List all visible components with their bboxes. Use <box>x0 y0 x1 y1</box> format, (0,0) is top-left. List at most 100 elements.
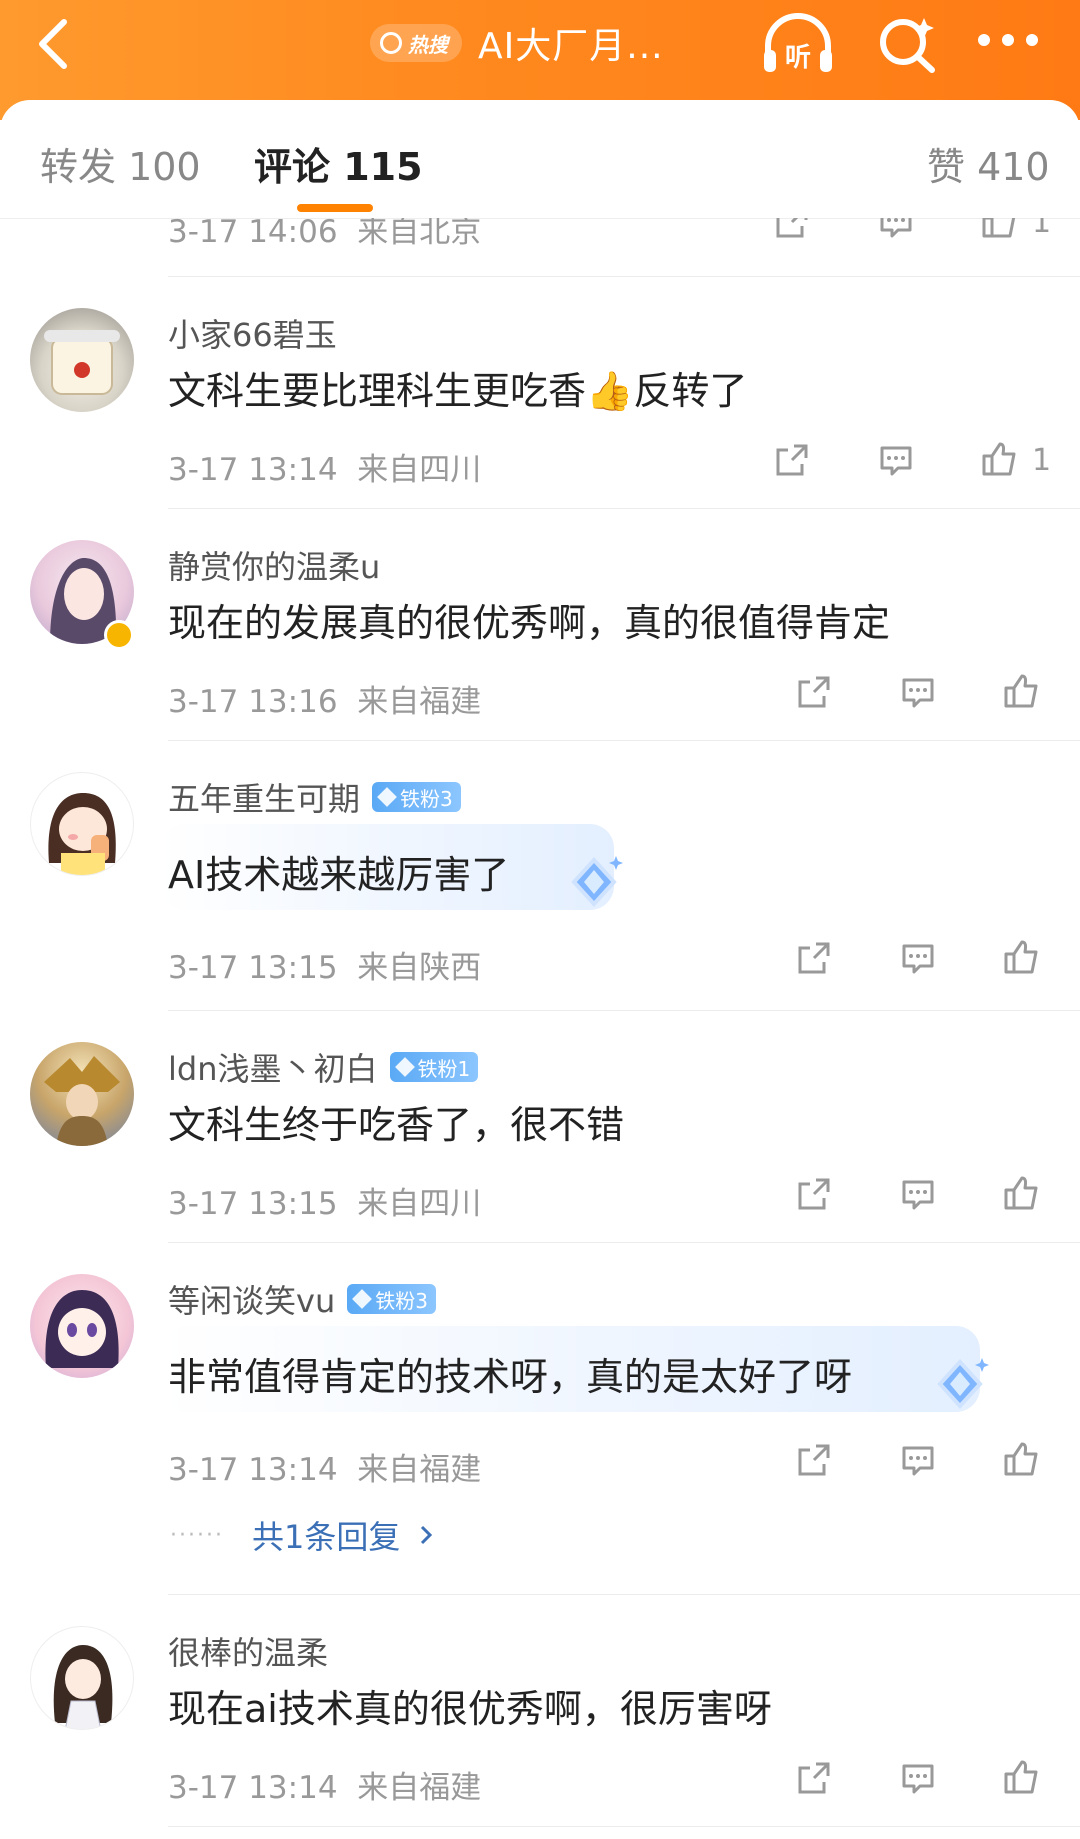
hot-search-badge: 热搜 <box>370 24 462 62</box>
comment-actions <box>794 1174 1042 1214</box>
divider <box>168 1010 1080 1011</box>
divider <box>168 276 1080 277</box>
search-icon[interactable] <box>876 12 938 74</box>
comment-icon[interactable] <box>898 672 938 712</box>
comment-icon[interactable] <box>898 938 938 978</box>
divider <box>168 508 1080 509</box>
divider <box>168 740 1080 741</box>
fan-badge-label: 铁粉1 <box>417 1056 471 1081</box>
fan-badge-label: 铁粉3 <box>375 1288 428 1313</box>
comment-time: 3-17 13:14 <box>168 1770 338 1806</box>
diamond-icon <box>394 1057 415 1077</box>
comment-meta: 3-17 13:14 来自四川 <box>168 444 481 489</box>
like-icon[interactable] <box>1002 1758 1042 1798</box>
hot-search-title[interactable]: 热搜 AI大厂月... <box>370 20 664 67</box>
like-icon[interactable] <box>980 440 1020 480</box>
username-text: 等闲谈笑vu <box>168 1282 336 1320</box>
username[interactable]: 很棒的温柔 <box>168 1628 328 1674</box>
comment-text: 现在的发展真的很优秀啊，真的很值得肯定 <box>168 601 891 645</box>
comment-meta: 3-17 13:16 来自福建 <box>168 676 481 721</box>
comment-meta: 3-17 13:15 来自陕西 <box>168 942 481 987</box>
listen-label: 听 <box>785 43 811 73</box>
verified-badge-icon <box>104 620 134 650</box>
like-count: 1 <box>1032 218 1052 240</box>
comment-location: 来自福建 <box>357 1770 482 1806</box>
comment-icon[interactable] <box>898 1440 938 1480</box>
comment-time: 3-17 13:16 <box>168 684 338 720</box>
comment-time: 3-17 13:15 <box>168 1186 338 1222</box>
username[interactable]: 静赏你的温柔u <box>168 542 380 588</box>
repost-icon[interactable] <box>794 1758 834 1798</box>
comment-location: 来自陕西 <box>357 950 482 986</box>
avatar[interactable] <box>30 308 134 412</box>
username[interactable]: 小家66碧玉 <box>168 310 337 356</box>
tab-active-indicator <box>297 204 373 212</box>
comment-time: 3-17 13:14 <box>168 452 338 488</box>
like-icon[interactable] <box>1002 672 1042 712</box>
comment-meta: 3-17 14:06 来自北京 <box>168 218 481 251</box>
username[interactable]: 等闲谈笑vu 铁粉3 <box>168 1276 436 1322</box>
avatar[interactable] <box>30 772 134 876</box>
avatar[interactable] <box>30 1626 134 1730</box>
like-icon[interactable] <box>1002 1174 1042 1214</box>
comment-text: AI技术越来越厉害了 <box>168 853 510 897</box>
comment-icon[interactable] <box>898 1758 938 1798</box>
divider <box>168 1826 1080 1827</box>
like-count: 1 <box>1032 442 1052 478</box>
comment-actions: 1 <box>772 218 1051 242</box>
page-title: AI大厂月... <box>478 26 664 67</box>
diamond-sparkle-icon <box>571 856 623 907</box>
comment-actions: 1 <box>772 440 1051 480</box>
comment-time: 3-17 13:15 <box>168 950 338 986</box>
username-text: ldn浅墨丶初白 <box>168 1050 378 1088</box>
username[interactable]: 五年重生可期 铁粉3 <box>168 774 461 820</box>
fan-badge-label: 铁粉3 <box>400 786 453 811</box>
comment-icon[interactable] <box>876 440 916 480</box>
reply-link-label: 共1条回复 <box>251 1518 401 1556</box>
username-text: 五年重生可期 <box>168 780 361 818</box>
avatar[interactable] <box>30 1042 134 1146</box>
repost-icon[interactable] <box>794 938 834 978</box>
comment-time: 3-17 13:14 <box>168 1452 338 1488</box>
partial-comment: 3-17 14:06 来自北京 1 <box>0 218 1080 278</box>
tab-comments[interactable]: 评论 115 <box>254 136 423 191</box>
comment-text: 文科生要比理科生更吃香👍反转了 <box>168 369 748 413</box>
comment-icon[interactable] <box>898 1174 938 1214</box>
comment-location: 来自福建 <box>357 1452 482 1488</box>
view-replies-link[interactable]: ······ 共1条回复 <box>170 1512 438 1558</box>
like-icon[interactable] <box>1002 938 1042 978</box>
comment-location: 来自福建 <box>357 684 482 720</box>
hot-label: 热搜 <box>408 32 448 57</box>
avatar[interactable] <box>30 1274 134 1378</box>
diamond-sparkle-icon <box>937 1358 989 1409</box>
comment-time: 3-17 14:06 <box>168 218 338 250</box>
fan-badge: 铁粉1 <box>389 1052 479 1082</box>
tab-reposts[interactable]: 转发 100 <box>40 136 201 191</box>
more-icon[interactable] <box>978 34 1038 50</box>
comment-meta: 3-17 13:15 来自四川 <box>168 1178 481 1223</box>
reply-dots: ······ <box>170 1522 224 1548</box>
back-icon[interactable] <box>34 14 74 74</box>
repost-icon[interactable] <box>772 218 812 242</box>
comment-location: 来自四川 <box>357 452 482 488</box>
repost-icon[interactable] <box>794 672 834 712</box>
repost-icon[interactable] <box>794 1440 834 1480</box>
comment-actions <box>794 672 1042 712</box>
diamond-icon <box>377 787 397 807</box>
comment-actions <box>794 938 1042 978</box>
username[interactable]: ldn浅墨丶初白 铁粉1 <box>168 1044 479 1090</box>
listen-headphone-icon[interactable]: 听 <box>760 12 836 76</box>
repost-icon[interactable] <box>772 440 812 480</box>
diamond-icon <box>352 1289 373 1309</box>
comment-icon[interactable] <box>876 218 916 242</box>
comment-actions <box>794 1758 1042 1798</box>
chevron-right-icon <box>421 1525 433 1545</box>
comment-text: 非常值得肯定的技术呀，真的是太好了呀 <box>168 1355 853 1399</box>
like-icon[interactable] <box>1002 1440 1042 1480</box>
fan-badge: 铁粉3 <box>372 782 461 812</box>
like-icon[interactable] <box>980 218 1020 242</box>
tab-likes[interactable]: 赞 410 <box>927 136 1050 191</box>
tab-bar: 转发 100 评论 115 赞 410 <box>0 100 1080 219</box>
fan-badge: 铁粉3 <box>347 1284 436 1314</box>
repost-icon[interactable] <box>794 1174 834 1214</box>
